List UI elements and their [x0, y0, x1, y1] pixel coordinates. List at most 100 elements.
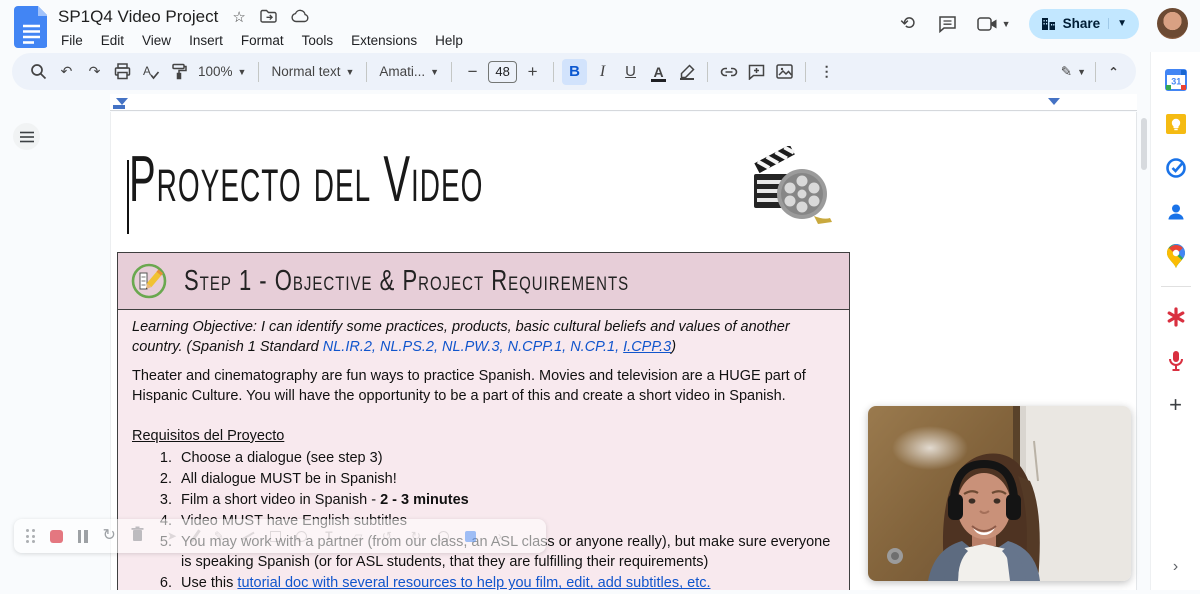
- document-scrollbar[interactable]: [1141, 118, 1147, 170]
- version-history-icon[interactable]: ⟲: [897, 13, 919, 35]
- horizontal-ruler[interactable]: [110, 94, 1137, 111]
- redo-annotation-icon[interactable]: ↻: [409, 529, 423, 543]
- pencil-icon: ✎: [1061, 64, 1072, 80]
- redo-icon[interactable]: ↷: [82, 59, 107, 85]
- google-keep-icon[interactable]: [1163, 111, 1189, 137]
- line-tool-icon[interactable]: [241, 532, 254, 541]
- spell-check-icon[interactable]: A: [138, 59, 163, 85]
- menu-file[interactable]: File: [52, 31, 92, 50]
- print-icon[interactable]: [110, 59, 135, 85]
- cursor-tool-icon[interactable]: ➤: [165, 529, 179, 543]
- share-dropdown-caret[interactable]: ▼: [1108, 18, 1135, 29]
- cloud-status-icon[interactable]: [291, 9, 310, 26]
- left-margin-marker[interactable]: [113, 105, 125, 109]
- document-title[interactable]: SP1Q4 Video Project: [58, 7, 218, 27]
- addon-asterisk-icon[interactable]: [1163, 304, 1189, 330]
- delete-recording-icon[interactable]: [131, 526, 144, 546]
- comments-icon[interactable]: [937, 13, 959, 35]
- italic-button[interactable]: I: [590, 59, 615, 85]
- drag-handle-icon[interactable]: [26, 529, 35, 543]
- left-indent-marker[interactable]: [116, 98, 128, 105]
- paint-format-icon[interactable]: [166, 59, 191, 85]
- add-comment-icon[interactable]: [744, 59, 769, 85]
- insert-link-icon[interactable]: [716, 59, 741, 85]
- recording-control-bar[interactable]: ↻ ➤ ✎ T ▱ ↺ ↻ ›: [14, 519, 546, 553]
- google-contacts-icon[interactable]: [1163, 199, 1189, 225]
- annotation-tools[interactable]: ➤ ✎ T ▱ ↺ ↻ ›: [165, 529, 507, 543]
- google-tasks-icon[interactable]: [1163, 155, 1189, 181]
- get-addons-icon[interactable]: +: [1163, 392, 1189, 418]
- standard-link[interactable]: N.CP.1,: [570, 339, 623, 355]
- menu-help[interactable]: Help: [426, 31, 472, 50]
- zoom-select[interactable]: 100%▼: [194, 64, 250, 79]
- list-item: 6. Use this tutorial doc with several re…: [132, 574, 835, 594]
- highlighter-tool-icon[interactable]: ✎: [212, 529, 226, 543]
- rectangle-tool-icon[interactable]: [270, 531, 281, 542]
- document-heading[interactable]: Proyecto del Video: [129, 144, 483, 217]
- learning-objective: Learning Objective: I can identify some …: [132, 318, 835, 357]
- increase-font-size-button[interactable]: +: [520, 59, 545, 85]
- underline-button[interactable]: U: [618, 59, 643, 85]
- pencil-checklist-icon: [130, 262, 168, 300]
- text-tool-icon[interactable]: T: [322, 529, 336, 543]
- undo-icon[interactable]: ↶: [54, 59, 79, 85]
- share-button-label: Share: [1063, 16, 1101, 31]
- step1-title: Step 1 - Objective & Project Requirement…: [184, 264, 629, 298]
- share-lock-icon: [1041, 17, 1056, 31]
- menu-extensions[interactable]: Extensions: [342, 31, 426, 50]
- google-calendar-icon[interactable]: 31: [1163, 67, 1189, 93]
- insert-image-icon[interactable]: [772, 59, 797, 85]
- ellipse-tool-icon[interactable]: [296, 531, 307, 542]
- google-maps-icon[interactable]: [1163, 243, 1189, 269]
- intro-paragraph: Theater and cinematography are fun ways …: [132, 367, 835, 406]
- app-header: SP1Q4 Video Project ☆ File Edit View Ins…: [0, 0, 1200, 52]
- hide-side-panel-icon[interactable]: ›: [1151, 558, 1200, 576]
- more-toolbar-options-icon[interactable]: ⋮: [814, 59, 839, 85]
- star-icon[interactable]: ☆: [232, 10, 245, 25]
- google-side-panel: 31: [1150, 52, 1200, 590]
- menu-insert[interactable]: Insert: [180, 31, 232, 50]
- menu-edit[interactable]: Edit: [92, 31, 133, 50]
- movie-reel-image[interactable]: [744, 146, 834, 232]
- paragraph-style-select[interactable]: Normal text▼: [267, 64, 358, 79]
- restart-recording-icon[interactable]: ↻: [103, 528, 116, 544]
- collapse-toolbar-icon[interactable]: ⌃: [1101, 59, 1126, 85]
- menu-view[interactable]: View: [133, 31, 180, 50]
- menu-bar: File Edit View Insert Format Tools Exten…: [52, 31, 472, 50]
- standard-link[interactable]: I.CPP.3: [623, 339, 671, 355]
- font-select[interactable]: Amati...▼: [375, 64, 443, 79]
- requirements-title: Requisitos del Proyecto: [132, 427, 835, 447]
- menu-tools[interactable]: Tools: [293, 31, 343, 50]
- bold-button[interactable]: B: [562, 59, 587, 85]
- tutorial-doc-link[interactable]: tutorial doc with several resources to h…: [237, 575, 710, 591]
- menu-format[interactable]: Format: [232, 31, 293, 50]
- editing-mode-select[interactable]: ✎▼: [1057, 64, 1090, 80]
- move-folder-icon[interactable]: [260, 9, 277, 26]
- right-indent-marker[interactable]: [1048, 98, 1060, 105]
- mote-microphone-icon[interactable]: [1163, 348, 1189, 374]
- stop-recording-button[interactable]: [50, 530, 63, 543]
- search-menus-icon[interactable]: [26, 59, 51, 85]
- standard-link[interactable]: NL.PS.2,: [380, 339, 442, 355]
- decrease-font-size-button[interactable]: −: [460, 59, 485, 85]
- list-item: 2. All dialogue MUST be in Spanish!: [132, 470, 835, 490]
- eraser-tool-icon[interactable]: ▱: [351, 529, 365, 543]
- highlight-color-icon[interactable]: [674, 59, 699, 85]
- color-swatch-icon[interactable]: [464, 529, 478, 543]
- webcam-overlay[interactable]: [868, 406, 1131, 581]
- account-avatar[interactable]: [1157, 8, 1188, 39]
- share-button[interactable]: Share ▼: [1029, 9, 1139, 39]
- pause-recording-button[interactable]: [78, 530, 88, 543]
- standard-link[interactable]: NL.PW.3,: [442, 339, 508, 355]
- pen-tool-icon[interactable]: [190, 529, 200, 542]
- text-color-button[interactable]: A: [646, 59, 671, 85]
- spotlight-tool-icon[interactable]: [438, 531, 449, 542]
- tools-chevron-icon[interactable]: ›: [493, 529, 507, 543]
- font-size-input[interactable]: 48: [488, 61, 517, 83]
- google-docs-logo[interactable]: [14, 6, 47, 48]
- undo-annotation-icon[interactable]: ↺: [380, 529, 394, 543]
- meet-camera-icon[interactable]: ▼: [977, 13, 1011, 35]
- show-outline-button[interactable]: [13, 123, 40, 150]
- standard-link[interactable]: NL.IR.2,: [323, 339, 380, 355]
- standard-link[interactable]: N.CPP.1,: [508, 339, 571, 355]
